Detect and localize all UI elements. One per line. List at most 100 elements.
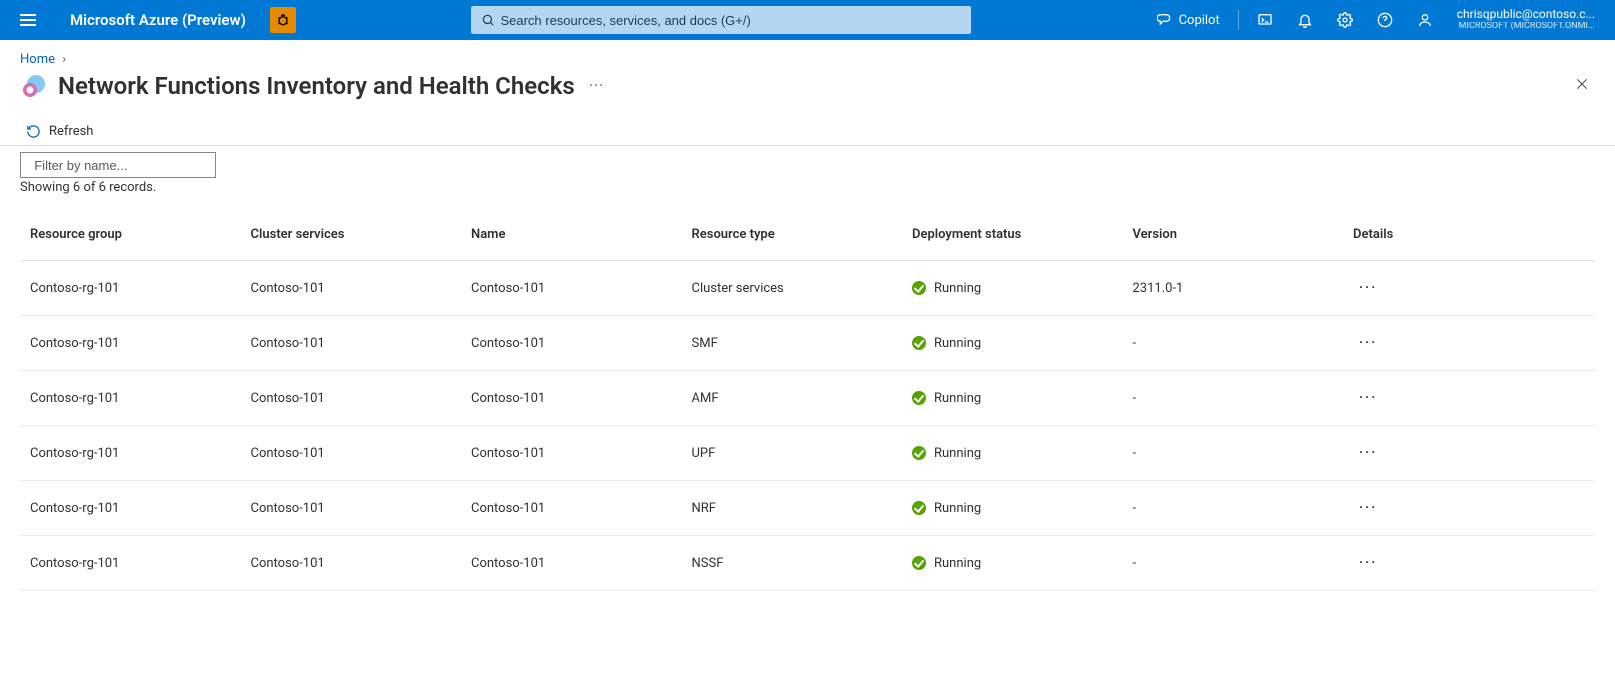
column-header-details[interactable]: Details [1343,209,1595,261]
status-ok-icon [912,336,926,350]
feedback-button[interactable] [1407,0,1443,40]
column-header-resource-type[interactable]: Resource type [682,209,903,261]
cell-version: - [1123,481,1344,536]
refresh-icon [26,124,41,139]
table-row[interactable]: Contoso-rg-101Contoso-101Contoso-101NSSF… [20,536,1595,591]
table-row[interactable]: Contoso-rg-101Contoso-101Contoso-101AMFR… [20,371,1595,426]
record-count-label: Showing 6 of 6 records. [0,178,1615,201]
cell-deployment-status: Running [902,536,1123,591]
cell-cluster-services: Contoso-101 [241,261,462,316]
copilot-button[interactable]: Copilot [1147,0,1230,40]
cell-version: - [1123,316,1344,371]
cell-resource-type: AMF [682,371,903,426]
account-menu[interactable]: chrisqpublic@contoso.c... MICROSOFT (MIC… [1447,8,1609,31]
cell-resource-type: NRF [682,481,903,536]
account-tenant-label: MICROSOFT (MICROSOFT.ONMI... [1459,22,1595,32]
cell-version: - [1123,536,1344,591]
status-ok-icon [912,501,926,515]
cell-resource-type: NSSF [682,536,903,591]
page-title: Network Functions Inventory and Health C… [58,72,589,100]
cell-version: - [1123,371,1344,426]
copilot-icon [1157,12,1173,28]
title-row: Network Functions Inventory and Health C… [0,67,1615,114]
cell-deployment-status: Running [902,261,1123,316]
topbar: Microsoft Azure (Preview) Copilot [0,0,1615,40]
cell-deployment-status: Running [902,481,1123,536]
help-button[interactable] [1367,0,1403,40]
status-ok-icon [912,556,926,570]
global-search[interactable] [471,6,971,34]
cell-resource-group: Contoso-rg-101 [20,536,241,591]
row-actions-button[interactable]: ··· [1353,387,1383,409]
row-actions-button[interactable]: ··· [1353,442,1383,464]
status-ok-icon [912,281,926,295]
cell-name: Contoso-101 [461,536,682,591]
cell-cluster-services: Contoso-101 [241,536,462,591]
row-actions-button[interactable]: ··· [1353,277,1383,299]
resource-type-icon [20,72,48,100]
column-header-cluster-services[interactable]: Cluster services [241,209,462,261]
table-row[interactable]: Contoso-rg-101Contoso-101Contoso-101Clus… [20,261,1595,316]
inventory-grid: Resource group Cluster services Name Res… [20,209,1595,591]
global-search-input[interactable] [498,12,961,29]
cell-cluster-services: Contoso-101 [241,481,462,536]
table-row[interactable]: Contoso-rg-101Contoso-101Contoso-101NRFR… [20,481,1595,536]
azure-brand-label[interactable]: Microsoft Azure (Preview) [58,11,258,29]
cell-deployment-status: Running [902,371,1123,426]
cell-resource-group: Contoso-rg-101 [20,316,241,371]
breadcrumb: Home › [0,40,1615,67]
page-more-actions-button[interactable]: ··· [589,76,605,95]
cell-details: ··· [1343,481,1595,536]
cell-name: Contoso-101 [461,481,682,536]
preview-bug-icon[interactable] [270,7,296,33]
cell-deployment-status: Running [902,316,1123,371]
command-bar: Refresh [0,114,1615,145]
column-header-name[interactable]: Name [461,209,682,261]
cell-name: Contoso-101 [461,426,682,481]
chevron-right-icon: › [62,52,66,67]
search-icon [481,13,495,27]
cell-resource-group: Contoso-rg-101 [20,426,241,481]
menu-toggle-button[interactable] [10,4,46,36]
row-actions-button[interactable]: ··· [1353,552,1383,574]
account-user-label: chrisqpublic@contoso.c... [1457,8,1595,21]
notifications-button[interactable] [1287,0,1323,40]
cell-details: ··· [1343,536,1595,591]
table-row[interactable]: Contoso-rg-101Contoso-101Contoso-101UPFR… [20,426,1595,481]
settings-button[interactable] [1327,0,1363,40]
cell-details: ··· [1343,316,1595,371]
cell-resource-group: Contoso-rg-101 [20,371,241,426]
row-actions-button[interactable]: ··· [1353,497,1383,519]
cell-name: Contoso-101 [461,261,682,316]
column-header-resource-group[interactable]: Resource group [20,209,241,261]
cell-details: ··· [1343,426,1595,481]
breadcrumb-home-link[interactable]: Home [20,52,55,67]
filter-input[interactable] [32,157,212,174]
cell-cluster-services: Contoso-101 [241,316,462,371]
cell-details: ··· [1343,261,1595,316]
cloud-shell-button[interactable] [1247,0,1283,40]
column-header-deployment-status[interactable]: Deployment status [902,209,1123,261]
row-actions-button[interactable]: ··· [1353,332,1383,354]
cell-name: Contoso-101 [461,316,682,371]
cell-version: - [1123,426,1344,481]
refresh-label: Refresh [49,124,93,139]
separator [1238,10,1239,30]
close-blade-button[interactable] [1569,71,1595,100]
column-header-version[interactable]: Version [1123,209,1344,261]
status-ok-icon [912,446,926,460]
cell-resource-type: Cluster services [682,261,903,316]
status-ok-icon [912,391,926,405]
filter-by-name[interactable] [20,152,216,178]
cell-cluster-services: Contoso-101 [241,426,462,481]
refresh-button[interactable]: Refresh [26,124,93,139]
cell-details: ··· [1343,371,1595,426]
cell-resource-group: Contoso-rg-101 [20,261,241,316]
table-row[interactable]: Contoso-rg-101Contoso-101Contoso-101SMFR… [20,316,1595,371]
cell-deployment-status: Running [902,426,1123,481]
cell-resource-type: UPF [682,426,903,481]
copilot-label: Copilot [1179,13,1220,28]
close-icon [1575,77,1589,91]
cell-resource-group: Contoso-rg-101 [20,481,241,536]
cell-name: Contoso-101 [461,371,682,426]
